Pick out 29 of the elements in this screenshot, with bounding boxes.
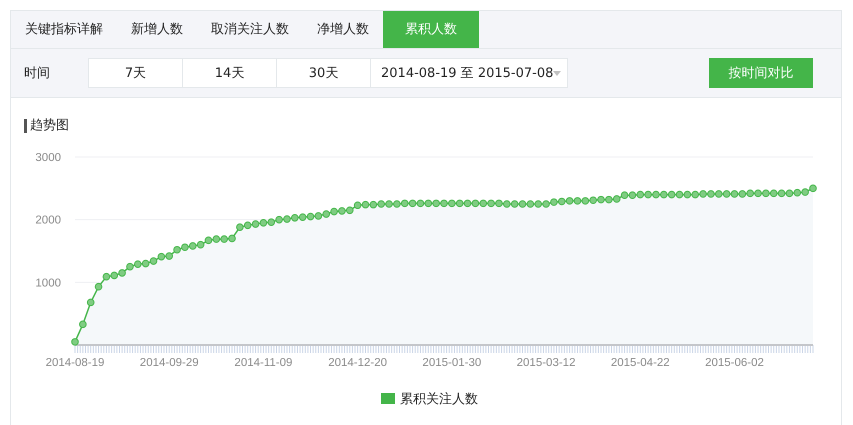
- legend-swatch: [381, 393, 395, 404]
- x-axis-label: 2015-03-12: [516, 357, 576, 369]
- x-axis-label: 2014-08-19: [46, 357, 104, 369]
- chart-title: 趋势图: [24, 119, 69, 133]
- y-axis-label: 2000: [35, 214, 61, 227]
- data-point: [86, 298, 94, 306]
- tab[interactable]: 新增人数: [117, 11, 197, 48]
- y-axis-label: 1000: [35, 277, 61, 290]
- y-axis-label: 3000: [35, 152, 61, 164]
- range-button[interactable]: 7天: [89, 59, 183, 87]
- caret-icon: [553, 70, 562, 76]
- x-axis-label: 2015-01-30: [422, 357, 482, 369]
- x-axis-label: 2014-11-09: [234, 357, 292, 369]
- date-range-dropdown[interactable]: 2014-08-19 至 2015-07-08: [371, 59, 567, 87]
- time-label: 时间: [24, 65, 51, 82]
- tab[interactable]: 关键指标详解: [11, 11, 117, 48]
- data-point: [71, 338, 79, 346]
- x-axis-label: 2014-12-20: [328, 357, 388, 369]
- range-button[interactable]: 30天: [277, 59, 371, 87]
- tab[interactable]: 取消关注人数: [197, 11, 303, 48]
- range-button[interactable]: 14天: [183, 59, 277, 87]
- data-point: [79, 320, 87, 328]
- legend-label: 累积关注人数: [400, 392, 478, 407]
- x-axis-label: 2014-09-29: [140, 357, 199, 369]
- data-point: [94, 282, 102, 291]
- x-axis-label: 2015-04-22: [610, 357, 670, 369]
- data-point: [346, 206, 354, 214]
- tab[interactable]: 净增人数: [303, 11, 383, 48]
- x-axis-label: 2015-06-02: [705, 357, 764, 369]
